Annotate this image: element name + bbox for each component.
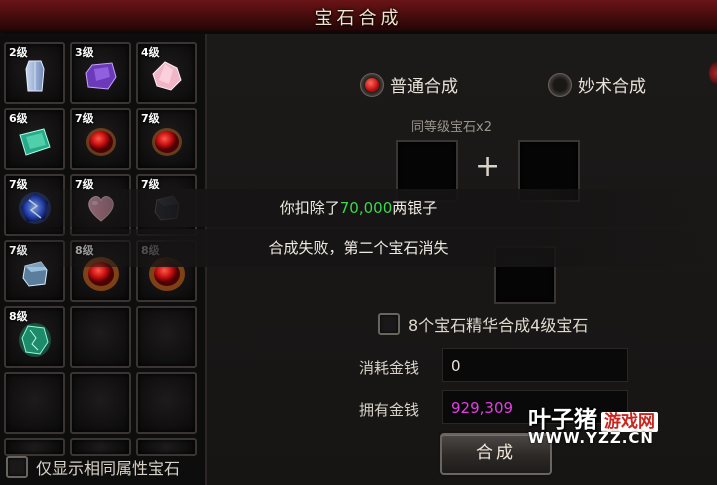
gem-level-label: 7级	[75, 112, 94, 125]
green-cracked-gem-icon	[18, 322, 51, 357]
title-bar: 宝石合成	[0, 0, 717, 32]
deduct-prefix: 你扣除了	[279, 199, 340, 217]
gem-slot-empty[interactable]	[70, 306, 131, 368]
deduct-notice: 你扣除了70,000两银子	[0, 189, 717, 227]
mode-special-label: 妙术合成	[578, 77, 646, 97]
watermark-url: WWW.YZZ.CN	[528, 429, 654, 447]
show-same-attribute-option[interactable]: 仅显示相同属性宝石	[6, 455, 180, 479]
gem-slot-empty[interactable]	[4, 372, 65, 434]
gem-level-label: 7级	[141, 112, 160, 125]
window-title: 宝石合成	[314, 8, 403, 29]
radio-selected-icon[interactable]	[360, 72, 384, 97]
gem-slot[interactable]: 7级	[136, 108, 197, 170]
gem-slot[interactable]: 3级	[70, 42, 131, 104]
cost-value: 0	[442, 348, 628, 382]
gem-level-label: 2级	[9, 46, 28, 59]
gem-slot[interactable]: 2级	[4, 42, 65, 104]
gem-slot[interactable]: 6级	[4, 108, 65, 170]
deduct-suffix: 两银子	[392, 199, 438, 217]
gem-slot-empty[interactable]	[136, 306, 197, 368]
gem-slot[interactable]: 4级	[136, 42, 197, 104]
gem-slot-empty[interactable]	[70, 372, 131, 434]
plus-sign: +	[475, 149, 501, 184]
mode-special-synthesis[interactable]: 妙术合成	[548, 72, 646, 97]
red-oval-gem-icon	[151, 127, 182, 156]
combine-8-essence-option[interactable]: 8个宝石精华合成4级宝石	[378, 312, 588, 336]
deduct-amount: 70,000	[339, 199, 393, 217]
show-same-checkbox[interactable]	[6, 456, 28, 478]
combine-8-checkbox[interactable]	[378, 313, 400, 335]
synthesis-hint: 同等级宝石x2	[411, 120, 492, 135]
gem-slot[interactable]: 8级	[4, 306, 65, 368]
gem-slot-empty[interactable]	[136, 372, 197, 434]
blue-crystal-gem-icon	[24, 60, 45, 92]
failure-notice: 合成失败，第二个宝石消失	[0, 229, 717, 267]
gem-level-label: 3级	[75, 46, 94, 59]
gem-slot-empty[interactable]	[136, 438, 197, 456]
green-rectangular-gem-icon	[18, 128, 51, 156]
cost-label: 消耗金钱	[359, 359, 420, 377]
gem-slot-empty[interactable]	[70, 438, 131, 456]
gem-level-label: 6级	[9, 112, 28, 125]
mode-normal-synthesis[interactable]: 普通合成	[360, 72, 458, 97]
show-same-label: 仅显示相同属性宝石	[36, 459, 181, 478]
purple-gem-icon	[84, 62, 117, 90]
red-oval-gem-icon	[85, 127, 116, 156]
gem-slot-empty[interactable]	[4, 438, 65, 456]
gem-slot[interactable]: 7级	[70, 108, 131, 170]
owned-money-label: 拥有金钱	[359, 401, 420, 419]
combine-8-label: 8个宝石精华合成4级宝石	[408, 316, 589, 335]
radio-unselected-icon[interactable]	[548, 72, 572, 97]
mode-normal-label: 普通合成	[390, 77, 458, 97]
gem-level-label: 4级	[141, 46, 160, 59]
pink-crystal-gem-icon	[151, 61, 182, 91]
